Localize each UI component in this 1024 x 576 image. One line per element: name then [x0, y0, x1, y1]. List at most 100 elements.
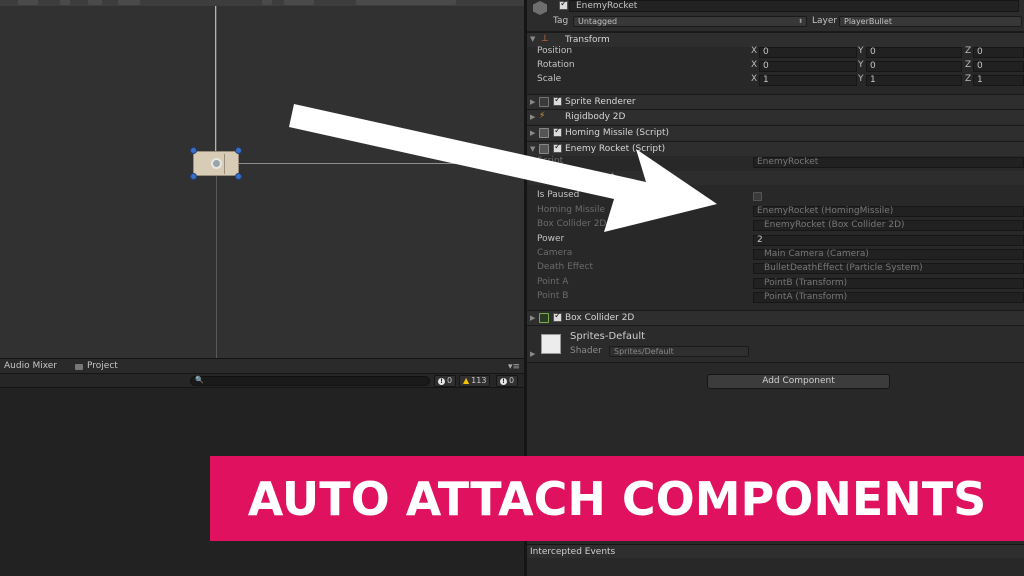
rect-handle-bottom-right[interactable]: [235, 173, 242, 180]
sprite-renderer-checkbox[interactable]: [553, 95, 562, 106]
grid-line: [216, 6, 217, 358]
rotation-x-field[interactable]: 0: [759, 61, 857, 72]
warning-count-toggle[interactable]: ▲ 113: [459, 375, 491, 387]
add-component-button[interactable]: Add Component: [707, 374, 890, 389]
enemy-rocket-checkbox[interactable]: [553, 142, 562, 153]
homing-missile-value: EnemyRocket (HomingMissile): [757, 206, 894, 216]
toolbar-2d-toggle[interactable]: [18, 0, 38, 5]
active-checkbox[interactable]: [559, 0, 568, 10]
position-y-field[interactable]: 0: [866, 47, 962, 58]
enemy-rocket-title: Enemy Rocket (Script): [565, 144, 666, 154]
z-axis-label: Z: [965, 74, 972, 84]
object-name-field[interactable]: EnemyRocket: [569, 0, 1019, 12]
is-paused-checkbox[interactable]: [753, 192, 762, 201]
rotation-z-field[interactable]: 0: [973, 61, 1024, 72]
enemy-rocket-sprite[interactable]: [193, 151, 239, 176]
movement-section[interactable]: ment: [527, 171, 1024, 185]
fold-right-icon[interactable]: ▶: [530, 350, 535, 358]
point-a-field[interactable]: PointB (Transform): [753, 278, 1024, 289]
error-count: 0: [447, 376, 453, 385]
rect-handle-bottom-left[interactable]: [190, 173, 197, 180]
rect-handle-top-right[interactable]: [235, 147, 242, 154]
script-value: EnemyRocket: [757, 157, 819, 167]
project-toolbar: 🔍 ! 0 ▲ 113 ! 0: [0, 374, 524, 388]
fold-right-icon[interactable]: ▶: [530, 98, 535, 106]
fold-down-icon[interactable]: ▼: [530, 145, 535, 153]
transform-title: Transform: [565, 35, 610, 45]
death-effect-value: BulletDeathEffect (Particle System): [764, 263, 923, 273]
fold-right-icon[interactable]: ▶: [530, 113, 535, 121]
panel-menu-icon[interactable]: ▾≡: [508, 362, 520, 372]
rotation-y: 0: [870, 61, 876, 71]
layer-value: PlayerBullet: [844, 17, 892, 26]
tag-dropdown[interactable]: Untagged ⬍: [573, 16, 807, 27]
x-axis-label: X: [751, 46, 758, 56]
scale-x-field[interactable]: 1: [759, 75, 857, 86]
message-count: 0: [509, 376, 515, 385]
intercepted-events-bar[interactable]: Intercepted Events: [527, 544, 1024, 558]
box-collider-ref-field[interactable]: EnemyRocket (Box Collider 2D): [753, 220, 1024, 231]
point-b-row: Point B PointA (Transform): [527, 291, 1024, 305]
tab-project[interactable]: Project: [87, 361, 118, 371]
homing-missile-header[interactable]: ▶ Homing Missile (Script): [527, 125, 1024, 140]
tab-audio-mixer[interactable]: Audio Mixer: [4, 361, 57, 371]
power-value: 2: [757, 235, 763, 245]
transform-icon: ⊥: [541, 34, 549, 44]
box-collider-header[interactable]: ▶ Box Collider 2D: [527, 310, 1024, 325]
x-axis-label: X: [751, 74, 758, 84]
position-x-field[interactable]: 0: [759, 47, 857, 58]
scene-search-field[interactable]: [356, 0, 456, 5]
message-count-toggle[interactable]: ! 0: [496, 375, 519, 387]
script-field: EnemyRocket: [753, 157, 1024, 168]
rigidbody-header[interactable]: ▶ ⚡ Rigidbody 2D: [527, 109, 1024, 124]
project-search-input[interactable]: 🔍: [190, 376, 430, 386]
shader-dropdown[interactable]: Sprites/Default: [609, 346, 749, 357]
y-axis-label: Y: [858, 60, 864, 70]
error-count-toggle[interactable]: ! 0: [434, 375, 457, 387]
enemy-rocket-header[interactable]: ▼ Enemy Rocket (Script): [527, 141, 1024, 156]
toolbar-tools-icon[interactable]: [262, 0, 272, 5]
position-z: 0: [977, 47, 983, 57]
fold-down-icon[interactable]: ▼: [530, 35, 535, 43]
fold-right-icon[interactable]: ▶: [530, 314, 535, 322]
position-x: 0: [763, 47, 769, 57]
box-collider-ref-label: Box Collider 2D: [537, 219, 607, 229]
scale-label: Scale: [537, 74, 562, 84]
rigidbody-icon: ⚡: [539, 111, 546, 121]
position-y: 0: [870, 47, 876, 57]
camera-label: Camera: [537, 248, 573, 258]
y-axis-line: [215, 6, 216, 158]
scene-toolbar: [0, 0, 524, 6]
homing-missile-field[interactable]: EnemyRocket (HomingMissile): [753, 206, 1024, 217]
sprite-renderer-header[interactable]: ▶ Sprite Renderer: [527, 94, 1024, 109]
scale-y-field[interactable]: 1: [866, 75, 962, 86]
position-z-field[interactable]: 0: [973, 47, 1024, 58]
rect-handle-top-left[interactable]: [190, 147, 197, 154]
box-collider-checkbox[interactable]: [553, 311, 562, 322]
position-label: Position: [537, 46, 573, 56]
point-b-field[interactable]: PointA (Transform): [753, 292, 1024, 303]
rotation-y-field[interactable]: 0: [866, 61, 962, 72]
scene-view[interactable]: [0, 0, 524, 358]
scale-y: 1: [870, 75, 876, 85]
gizmos-dropdown[interactable]: [284, 0, 314, 5]
script-icon: [539, 128, 549, 138]
death-effect-field[interactable]: BulletDeathEffect (Particle System): [753, 263, 1024, 274]
material-section[interactable]: ▶ Sprites-Default Shader Sprites/Default: [527, 325, 1024, 363]
power-field[interactable]: 2: [753, 235, 1024, 246]
x-axis-label: X: [751, 60, 758, 70]
transform-header[interactable]: ▼ ⊥ Transform: [527, 32, 1024, 47]
toolbar-effects-icon[interactable]: [88, 0, 102, 5]
toolbar-lighting-icon[interactable]: [60, 0, 70, 5]
homing-missile-checkbox[interactable]: [553, 126, 562, 137]
pivot-icon[interactable]: [211, 158, 222, 169]
death-effect-row: Death Effect BulletDeathEffect (Particle…: [527, 262, 1024, 276]
camera-field[interactable]: Main Camera (Camera): [753, 249, 1024, 260]
info-icon: !: [500, 377, 507, 385]
toolbar-fx-dropdown[interactable]: [118, 0, 140, 5]
layer-dropdown[interactable]: PlayerBullet: [839, 16, 1022, 27]
fold-right-icon[interactable]: ▶: [530, 129, 535, 137]
object-name: EnemyRocket: [576, 1, 638, 11]
homing-missile-title: Homing Missile (Script): [565, 128, 669, 138]
scale-z-field[interactable]: 1: [973, 75, 1024, 86]
